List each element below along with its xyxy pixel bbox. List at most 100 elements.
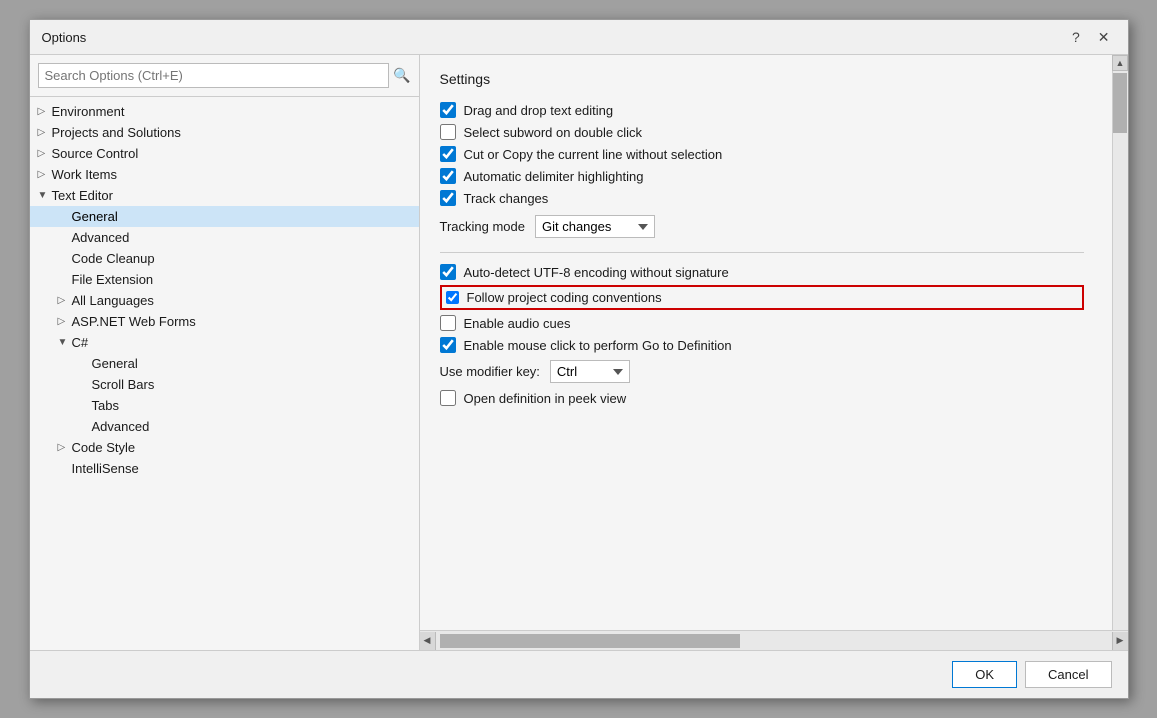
tree-item-intellisense[interactable]: IntelliSense — [30, 458, 419, 479]
checkbox-row-utf8: Auto-detect UTF-8 encoding without signa… — [440, 261, 1084, 283]
options-dialog: Options ? ✕ 🔍 ▷ Environment ▷ Projects and … — [29, 19, 1129, 699]
checkbox-drag-drop[interactable] — [440, 102, 456, 118]
tree-label-environment: Environment — [52, 104, 125, 119]
tree-label-tabs: Tabs — [92, 398, 119, 413]
tree-label-projects-solutions: Projects and Solutions — [52, 125, 181, 140]
checkbox-label-auto-delimiter[interactable]: Automatic delimiter highlighting — [464, 169, 644, 184]
tree-arrow-work-items: ▷ — [38, 169, 48, 180]
scroll-right-arrow[interactable]: ▶ — [1112, 632, 1128, 650]
tree-item-csharp-general[interactable]: General — [30, 353, 419, 374]
tracking-mode-label: Tracking mode — [440, 219, 526, 234]
checkbox-label-open-definition[interactable]: Open definition in peek view — [464, 391, 627, 406]
checkbox-row-cut-copy: Cut or Copy the current line without sel… — [440, 143, 1084, 165]
modifier-key-label: Use modifier key: — [440, 364, 540, 379]
scroll-thumb[interactable] — [1113, 73, 1127, 133]
tree-label-advanced: Advanced — [72, 230, 130, 245]
tree-item-tabs[interactable]: Tabs — [30, 395, 419, 416]
tree-item-environment[interactable]: ▷ Environment — [30, 101, 419, 122]
tree-label-aspnet-web-forms: ASP.NET Web Forms — [72, 314, 196, 329]
checkbox-cut-copy[interactable] — [440, 146, 456, 162]
dialog-body: 🔍 ▷ Environment ▷ Projects and Solutions ▷ So… — [30, 55, 1128, 650]
tree-item-csharp-advanced[interactable]: Advanced — [30, 416, 419, 437]
checkbox-mouse-click[interactable] — [440, 337, 456, 353]
checkbox-row-drag-drop: Drag and drop text editing — [440, 99, 1084, 121]
tree-item-csharp[interactable]: ▼C# — [30, 332, 419, 353]
checkbox-row-auto-delimiter: Automatic delimiter highlighting — [440, 165, 1084, 187]
search-icon: 🔍 — [393, 67, 410, 84]
help-button[interactable]: ? — [1066, 28, 1086, 46]
checkbox-label-track-changes[interactable]: Track changes — [464, 191, 549, 206]
tree-label-text-editor: Text Editor — [52, 188, 113, 203]
search-box: 🔍 — [30, 55, 419, 97]
tree-item-text-editor[interactable]: ▼ Text Editor — [30, 185, 419, 206]
checkbox-label-drag-drop[interactable]: Drag and drop text editing — [464, 103, 614, 118]
tree-arrow-text-editor: ▼ — [38, 190, 48, 201]
checkbox-open-definition[interactable] — [440, 390, 456, 406]
close-button[interactable]: ✕ — [1092, 28, 1116, 46]
tree-item-advanced[interactable]: Advanced — [30, 227, 419, 248]
right-scrollbar[interactable]: ▲ — [1112, 55, 1128, 630]
divider — [440, 252, 1084, 253]
checkboxes-group3: Open definition in peek view — [440, 387, 1084, 409]
tree-label-general: General — [72, 209, 118, 224]
checkbox-auto-delimiter[interactable] — [440, 168, 456, 184]
footer: OK Cancel — [30, 650, 1128, 698]
tree-arrow-environment: ▷ — [38, 106, 48, 117]
tree-item-work-items[interactable]: ▷Work Items — [30, 164, 419, 185]
checkbox-label-audio-cues[interactable]: Enable audio cues — [464, 316, 571, 331]
tree-item-code-cleanup[interactable]: Code Cleanup — [30, 248, 419, 269]
tree-arrow-all-languages: ▷ — [58, 295, 68, 306]
ok-button[interactable]: OK — [952, 661, 1017, 688]
checkbox-audio-cues[interactable] — [440, 315, 456, 331]
tracking-mode-select[interactable]: Git changesAuthor changesAll changes — [535, 215, 655, 238]
tree-label-scroll-bars: Scroll Bars — [92, 377, 155, 392]
tree-label-source-control: Source Control — [52, 146, 139, 161]
tree-item-aspnet-web-forms[interactable]: ▷ ASP.NET Web Forms — [30, 311, 419, 332]
checkbox-utf8[interactable] — [440, 264, 456, 280]
bottom-scroll-thumb[interactable] — [440, 634, 740, 648]
checkbox-row-mouse-click: Enable mouse click to perform Go to Defi… — [440, 334, 1084, 356]
title-bar-controls: ? ✕ — [1066, 28, 1116, 46]
tree-arrow-source-control: ▷ — [38, 148, 48, 159]
search-input[interactable] — [38, 63, 390, 88]
tree-arrow-projects-solutions: ▷ — [38, 127, 48, 138]
tree: ▷ Environment ▷ Projects and Solutions ▷ Sour… — [30, 97, 419, 650]
tree-label-csharp: C# — [72, 335, 89, 350]
checkbox-track-changes[interactable] — [440, 190, 456, 206]
modifier-key-select[interactable]: CtrlAltShift — [550, 360, 630, 383]
checkbox-label-cut-copy[interactable]: Cut or Copy the current line without sel… — [464, 147, 723, 162]
right-panel: ▲ Settings Drag and drop text editingSel… — [420, 55, 1128, 650]
tree-label-file-extension: File Extension — [72, 272, 154, 287]
tree-item-source-control[interactable]: ▷ Source Control — [30, 143, 419, 164]
checkbox-select-subword[interactable] — [440, 124, 456, 140]
checkbox-row-open-definition: Open definition in peek view — [440, 387, 1084, 409]
checkboxes-group1: Drag and drop text editing Select subword… — [440, 99, 1084, 209]
tree-item-all-languages[interactable]: ▷ All Languages — [30, 290, 419, 311]
left-panel: 🔍 ▷ Environment ▷ Projects and Solutions ▷ So… — [30, 55, 420, 650]
scroll-left-arrow[interactable]: ◀ — [420, 632, 436, 650]
checkbox-label-select-subword[interactable]: Select subword on double click — [464, 125, 643, 140]
settings-area: Settings Drag and drop text editingSelec… — [420, 55, 1112, 630]
tree-arrow-code-style: ▷ — [58, 442, 68, 453]
tree-label-code-style: Code Style — [72, 440, 136, 455]
checkbox-label-utf8[interactable]: Auto-detect UTF-8 encoding without signa… — [464, 265, 729, 280]
tree-item-file-extension[interactable]: File Extension — [30, 269, 419, 290]
bottom-scrollbar: ◀ ▶ — [420, 630, 1128, 650]
tree-item-code-style[interactable]: ▷ Code Style — [30, 437, 419, 458]
tree-arrow-aspnet-web-forms: ▷ — [58, 316, 68, 327]
tree-item-scroll-bars[interactable]: Scroll Bars — [30, 374, 419, 395]
checkbox-row-track-changes: Track changes — [440, 187, 1084, 209]
checkbox-row-audio-cues: Enable audio cues — [440, 312, 1084, 334]
tree-item-general[interactable]: General — [30, 206, 419, 227]
tree-item-projects-solutions[interactable]: ▷ Projects and Solutions — [30, 122, 419, 143]
checkbox-follow-project[interactable] — [446, 291, 459, 304]
scroll-up-arrow[interactable]: ▲ — [1112, 55, 1128, 71]
tree-label-csharp-general: General — [92, 356, 138, 371]
checkbox-label-mouse-click[interactable]: Enable mouse click to perform Go to Defi… — [464, 338, 732, 353]
cancel-button[interactable]: Cancel — [1025, 661, 1111, 688]
checkbox-label-follow-project[interactable]: Follow project coding conventions — [467, 290, 662, 305]
tree-label-all-languages: All Languages — [72, 293, 154, 308]
tree-label-code-cleanup: Code Cleanup — [72, 251, 155, 266]
tree-label-csharp-advanced: Advanced — [92, 419, 150, 434]
title-bar: Options ? ✕ — [30, 20, 1128, 55]
